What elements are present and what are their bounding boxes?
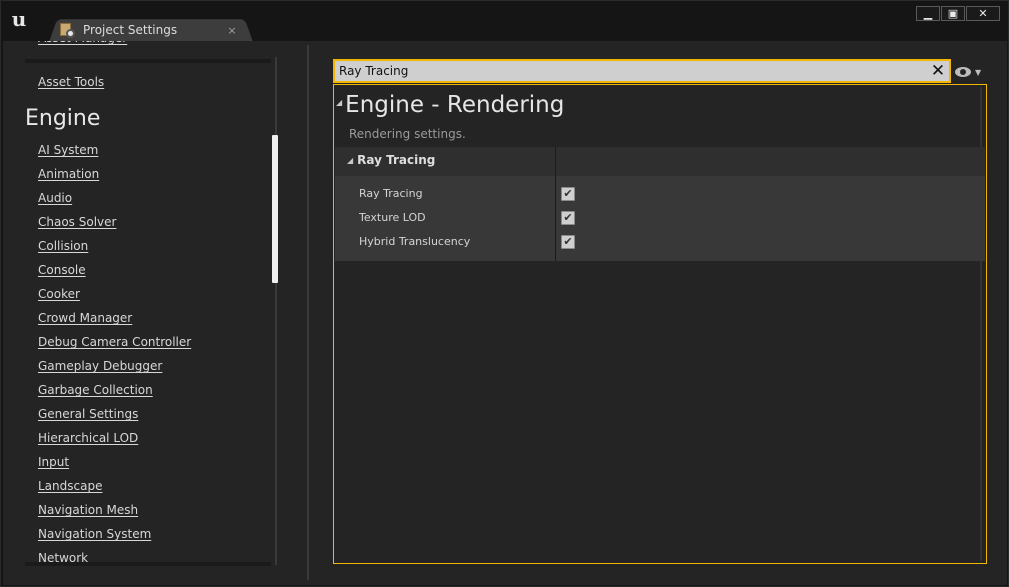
property-row: Texture LOD ✔: [335, 206, 985, 230]
sidebar-item-cooker[interactable]: Cooker: [38, 287, 80, 301]
sidebar-item-console[interactable]: Console: [38, 263, 86, 277]
property-checkbox[interactable]: ✔: [561, 211, 575, 225]
tab-title: Project Settings: [83, 23, 178, 37]
eye-icon: [955, 67, 971, 77]
sidebar-item-audio[interactable]: Audio: [38, 191, 72, 205]
settings-content: Asset Manager Asset Tools Engine AI Syst…: [3, 41, 1007, 585]
triangle-down-icon: ◢: [336, 97, 343, 107]
chevron-down-icon: ▼: [975, 67, 982, 77]
panel-splitter[interactable]: [307, 45, 309, 580]
sidebar-item-animation[interactable]: Animation: [38, 167, 99, 181]
tab-project-settings[interactable]: Project Settings ×: [59, 19, 239, 41]
search-input[interactable]: [339, 63, 919, 79]
sidebar-item-debug-camera-controller[interactable]: Debug Camera Controller: [38, 335, 191, 349]
sidebar-top-edge: [25, 59, 271, 63]
property-row: Hybrid Translucency ✔: [335, 230, 985, 254]
sidebar-bottom-edge: [25, 562, 271, 566]
property-row: Ray Tracing ✔: [335, 182, 985, 206]
unreal-logo-icon[interactable]: u: [7, 7, 31, 31]
sidebar-item-asset-tools[interactable]: Asset Tools: [38, 75, 104, 89]
sidebar-heading-engine: Engine: [25, 106, 101, 131]
triangle-down-icon: ◢: [347, 155, 354, 165]
section-title: Engine - Rendering: [345, 92, 565, 118]
property-label: Ray Tracing: [359, 187, 423, 200]
editor-window: u Project Settings × ▁ ▣ ✕ Asset Manager…: [0, 0, 1009, 587]
section-description: Rendering settings.: [349, 127, 466, 141]
sidebar-item-crowd-manager[interactable]: Crowd Manager: [38, 311, 132, 325]
search-box[interactable]: ✕: [333, 59, 951, 83]
property-checkbox[interactable]: ✔: [561, 235, 575, 249]
column-splitter[interactable]: [555, 147, 556, 261]
maximize-button[interactable]: ▣: [941, 6, 965, 21]
project-settings-icon: [59, 22, 75, 38]
sidebar-item-landscape[interactable]: Landscape: [38, 479, 102, 493]
window-controls: ▁ ▣ ✕: [915, 6, 1000, 21]
section-header[interactable]: ◢ Engine - Rendering: [336, 87, 564, 123]
tab-close-icon[interactable]: ×: [225, 24, 239, 37]
sidebar-scrollbar-track[interactable]: [275, 57, 277, 565]
minimize-button[interactable]: ▁: [916, 6, 940, 21]
close-window-button[interactable]: ✕: [966, 6, 1000, 21]
sidebar-item-partial[interactable]: Asset Manager: [38, 41, 127, 45]
property-label: Hybrid Translucency: [359, 235, 471, 248]
sidebar-item-navigation-mesh[interactable]: Navigation Mesh: [38, 503, 138, 517]
sidebar-item-garbage-collection[interactable]: Garbage Collection: [38, 383, 153, 397]
sidebar-scrollbar-thumb[interactable]: [272, 135, 278, 283]
property-label: Texture LOD: [359, 211, 426, 224]
sidebar-item-navigation-system[interactable]: Navigation System: [38, 527, 151, 541]
sidebar-item-ai-system[interactable]: AI System: [38, 143, 98, 157]
view-options-button[interactable]: ▼: [955, 64, 987, 80]
details-panel: ◢ Engine - Rendering Rendering settings.…: [333, 84, 987, 564]
sidebar-item-general-settings[interactable]: General Settings: [38, 407, 138, 421]
property-checkbox[interactable]: ✔: [561, 187, 575, 201]
category-row-ray-tracing[interactable]: ◢ Ray Tracing: [335, 147, 985, 176]
sidebar-item-collision[interactable]: Collision: [38, 239, 88, 253]
clear-search-icon[interactable]: ✕: [930, 61, 946, 81]
category-label: Ray Tracing: [357, 153, 436, 167]
settings-sidebar: Asset Manager Asset Tools Engine AI Syst…: [25, 41, 271, 565]
sidebar-item-gameplay-debugger[interactable]: Gameplay Debugger: [38, 359, 162, 373]
sidebar-item-chaos-solver[interactable]: Chaos Solver: [38, 215, 116, 229]
sidebar-item-hierarchical-lod[interactable]: Hierarchical LOD: [38, 431, 138, 445]
sidebar-item-input[interactable]: Input: [38, 455, 69, 469]
